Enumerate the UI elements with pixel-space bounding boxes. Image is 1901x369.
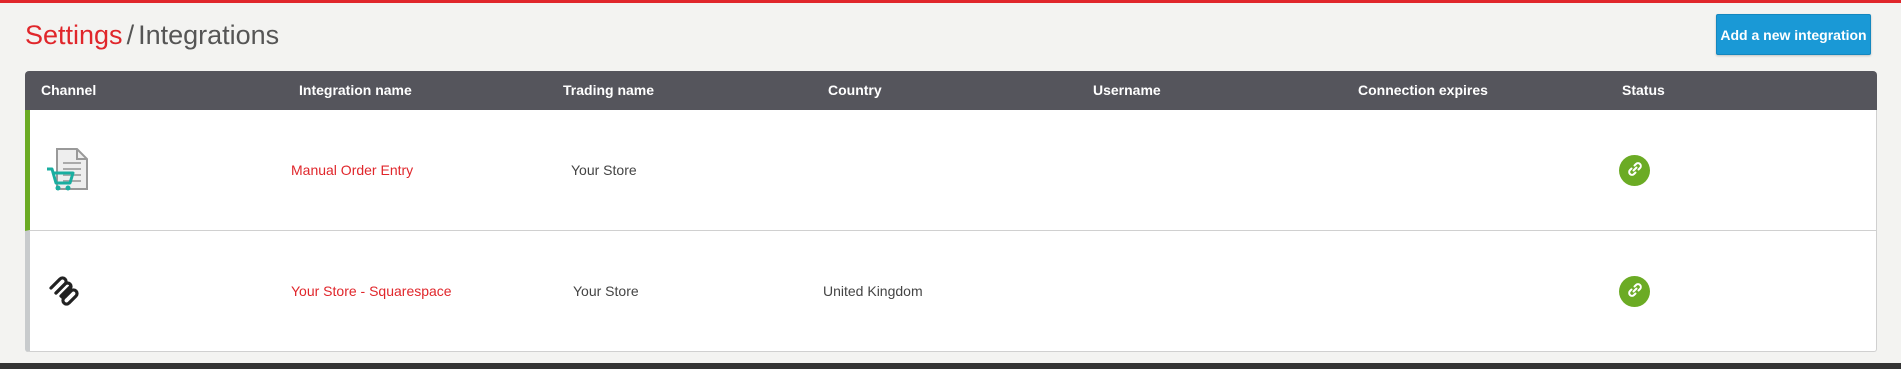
status-cell — [1619, 110, 1650, 230]
breadcrumb-settings-link[interactable]: Settings — [25, 20, 123, 50]
status-cell — [1619, 231, 1650, 351]
column-header-username: Username — [1093, 82, 1161, 98]
column-header-integration-name: Integration name — [299, 82, 412, 98]
manual-order-entry-icon — [45, 145, 93, 196]
integrations-table: Channel Integration name Trading name Co… — [25, 71, 1877, 352]
page-title: Integrations — [138, 20, 280, 50]
table-row[interactable]: Manual Order Entry Your Store — [25, 110, 1877, 231]
integration-name-cell: Your Store - Squarespace — [291, 231, 452, 351]
trading-name: Your Store — [573, 283, 639, 299]
column-header-trading-name: Trading name — [563, 82, 655, 98]
table-header: Channel Integration name Trading name Co… — [25, 71, 1877, 110]
breadcrumb: Settings / Integrations — [25, 17, 279, 53]
integration-name-cell: Manual Order Entry — [291, 110, 413, 230]
channel-cell — [45, 110, 93, 230]
integration-name-link[interactable]: Your Store - Squarespace — [291, 283, 452, 299]
footer-bar — [0, 363, 1901, 369]
country: United Kingdom — [823, 283, 923, 299]
connection-status-button[interactable] — [1619, 154, 1650, 186]
column-header-country: Country — [828, 82, 882, 98]
connection-status-button[interactable] — [1619, 275, 1650, 307]
breadcrumb-separator: / — [126, 20, 135, 50]
column-header-connection-expires: Connection expires — [1358, 82, 1488, 98]
trading-name-cell: Your Store — [573, 231, 639, 351]
country-cell: United Kingdom — [823, 231, 923, 351]
table-row[interactable]: Your Store - Squarespace Your Store Unit… — [25, 231, 1877, 352]
trading-name: Your Store — [571, 162, 637, 178]
link-icon — [1626, 281, 1644, 302]
channel-cell — [47, 231, 79, 351]
column-header-channel: Channel — [41, 82, 97, 98]
add-integration-button[interactable]: Add a new integration — [1716, 14, 1871, 55]
trading-name-cell: Your Store — [571, 110, 637, 230]
squarespace-logo-icon — [47, 274, 79, 309]
integration-name-link[interactable]: Manual Order Entry — [291, 162, 413, 178]
link-icon — [1626, 160, 1644, 181]
column-header-status: Status — [1622, 82, 1665, 98]
